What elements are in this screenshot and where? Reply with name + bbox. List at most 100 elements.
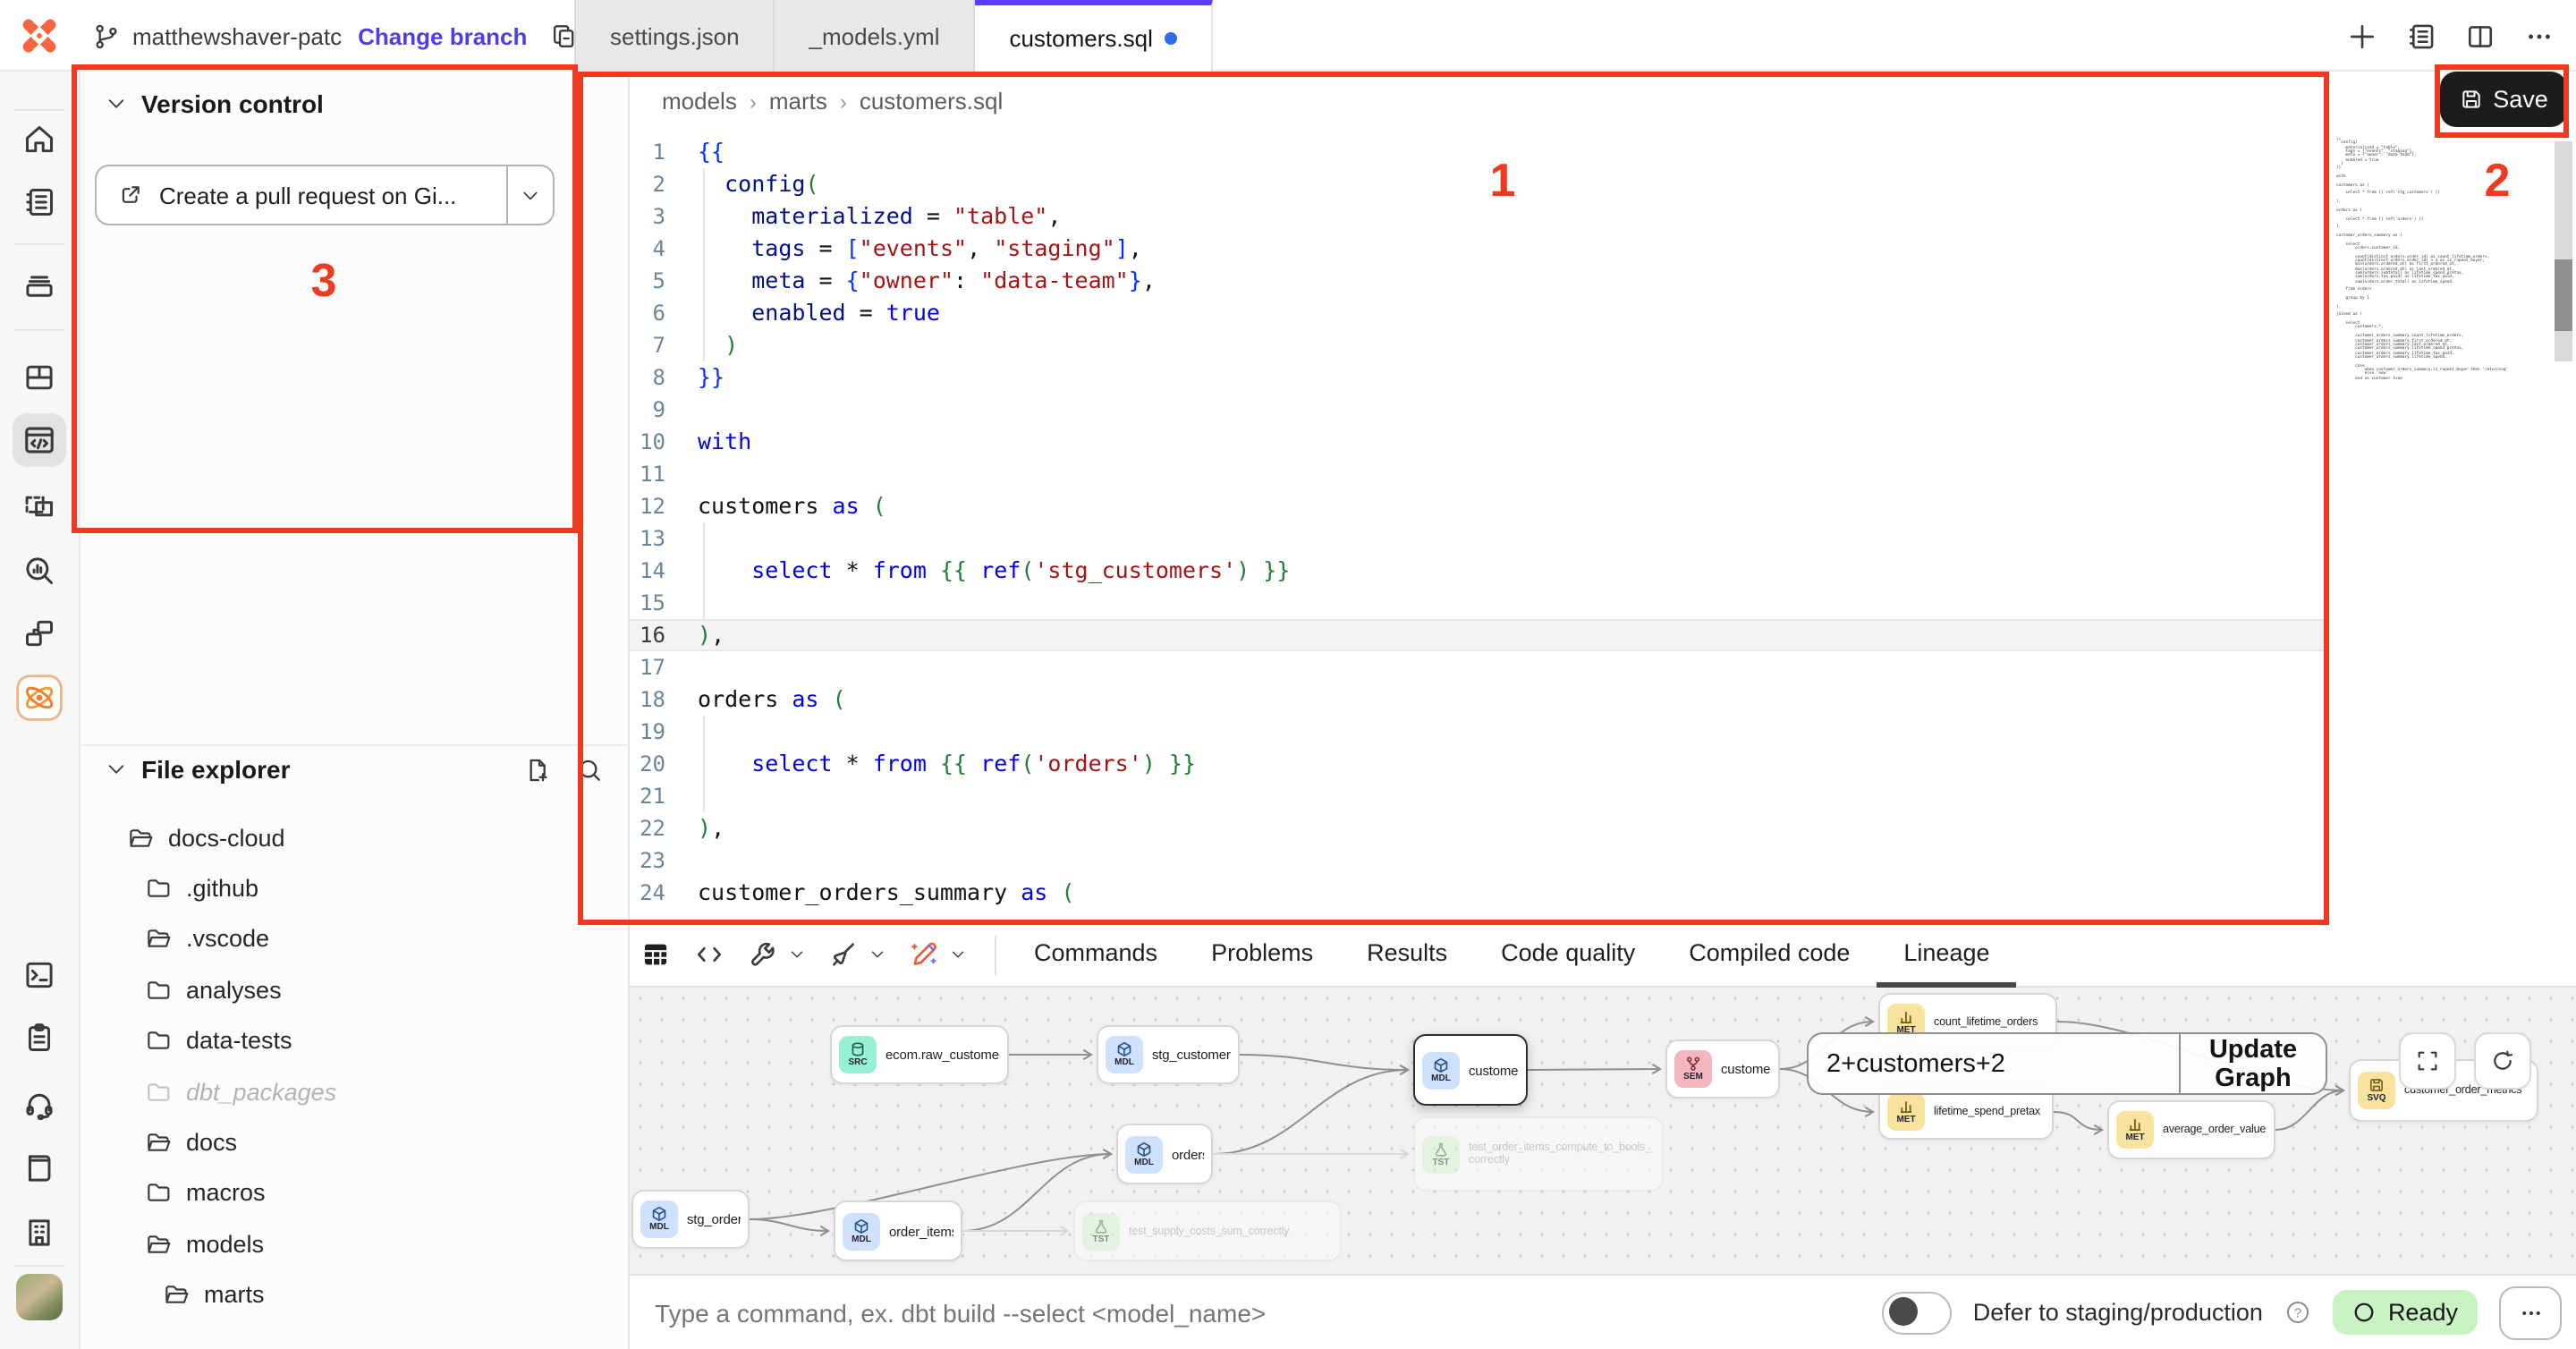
tab-customers.sql[interactable]: customers.sql: [975, 0, 1213, 72]
update-graph-button[interactable]: Update Graph: [2179, 1034, 2326, 1093]
explore-icon[interactable]: [22, 554, 56, 588]
code-line-20[interactable]: 20 select * from {{ ref('orders') }}: [630, 748, 2326, 780]
code-line-24[interactable]: 24customer_orders_summary as (: [630, 877, 2326, 909]
lineage-graph[interactable]: Update Graph SRCecom.raw_customers MDLstg…: [630, 988, 2576, 1274]
code-line-9[interactable]: 9: [630, 394, 2326, 426]
split-editor-icon[interactable]: [2465, 21, 2496, 51]
save-button[interactable]: Save: [2440, 72, 2567, 127]
breadcrumb-item[interactable]: marts: [769, 88, 827, 115]
more-options-icon[interactable]: [2524, 21, 2555, 51]
code-line-3[interactable]: 3 materialized = "table",: [630, 200, 2326, 233]
organization-icon[interactable]: [22, 1216, 56, 1250]
results-table-icon[interactable]: [640, 939, 671, 970]
code-line-11[interactable]: 11: [630, 458, 2326, 490]
lineage-node-orders[interactable]: MDLorders: [1116, 1124, 1213, 1184]
code-line-23[interactable]: 23: [630, 844, 2326, 877]
code-line-12[interactable]: 12customers as (: [630, 490, 2326, 522]
code-line-7[interactable]: 7 ): [630, 329, 2326, 361]
panel-tab-code-quality[interactable]: Code quality: [1474, 922, 1662, 987]
lineage-node-test_order_items[interactable]: TSTtest_order_items_compute_to_bools_cor…: [1413, 1116, 1664, 1192]
user-avatar[interactable]: [16, 1274, 63, 1320]
breadcrumb-item[interactable]: models: [662, 88, 737, 115]
code-line-8[interactable]: 8}}: [630, 361, 2326, 394]
more-button[interactable]: [2499, 1285, 2562, 1339]
terminal-icon[interactable]: [22, 958, 56, 992]
tasks-icon[interactable]: [22, 1021, 56, 1055]
panel-tab-lineage[interactable]: Lineage: [1877, 922, 2016, 987]
minimap[interactable]: {{ config( materialized = "table", tags …: [2336, 138, 2508, 379]
create-pr-button[interactable]: Create a pull request on Gi...: [95, 165, 555, 225]
docs-icon[interactable]: [22, 1151, 56, 1185]
code-line-14[interactable]: 14 select * from {{ ref('stg_customers')…: [630, 555, 2326, 587]
code-line-19[interactable]: 19: [630, 716, 2326, 748]
build-icon[interactable]: [748, 939, 778, 970]
code-line-21[interactable]: 21: [630, 780, 2326, 812]
lineage-node-customers_sem[interactable]: SEMcustomers: [1665, 1039, 1780, 1099]
tree-item-dbt_packages[interactable]: dbt_packages: [80, 1066, 628, 1117]
code-line-1[interactable]: 1{{: [630, 136, 2326, 168]
change-branch-link[interactable]: Change branch: [358, 22, 527, 49]
ide-editor-icon[interactable]: [13, 413, 66, 467]
chevron-down-icon[interactable]: [950, 946, 966, 963]
version-control-header[interactable]: Version control: [106, 89, 324, 118]
chevron-down-icon[interactable]: [789, 946, 805, 963]
lineage-node-customers_model[interactable]: MDLcustomers: [1413, 1034, 1528, 1106]
home-icon[interactable]: [22, 123, 56, 157]
tree-item-marts[interactable]: marts: [80, 1269, 628, 1320]
panel-tab-results[interactable]: Results: [1340, 922, 1474, 987]
defer-toggle[interactable]: [1882, 1291, 1952, 1334]
panel-tab-problems[interactable]: Problems: [1184, 922, 1340, 987]
command-input[interactable]: [651, 1296, 1860, 1328]
lineage-node-stg_orders[interactable]: MDLstg_orders: [631, 1190, 750, 1249]
support-icon[interactable]: [22, 1087, 56, 1121]
dbt-copilot-icon[interactable]: [16, 674, 63, 721]
code-line-16[interactable]: 16),: [630, 619, 2326, 651]
code-line-6[interactable]: 6 enabled = true: [630, 297, 2326, 329]
pr-button-dropdown[interactable]: [506, 166, 553, 224]
new-tab-icon[interactable]: [2347, 21, 2377, 51]
file-explorer-header[interactable]: File explorer: [106, 755, 603, 784]
tree-item-macros[interactable]: macros: [80, 1167, 628, 1218]
code-line-4[interactable]: 4 tags = ["events", "staging"],: [630, 233, 2326, 265]
lineage-search-input[interactable]: [1809, 1034, 2179, 1093]
chevron-down-icon[interactable]: [869, 946, 886, 963]
dbt-logo-icon[interactable]: [14, 11, 64, 61]
status-badge[interactable]: Ready: [2333, 1290, 2478, 1335]
dashboards-icon[interactable]: [22, 361, 56, 395]
tab-_models.yml[interactable]: _models.yml: [775, 0, 976, 72]
code-line-22[interactable]: 22),: [630, 812, 2326, 844]
new-file-icon[interactable]: [524, 756, 551, 783]
tab-settings.json[interactable]: settings.json: [574, 0, 775, 72]
lineage-node-test_supply[interactable]: TSTtest_supply_costs_sum_correctly: [1073, 1201, 1342, 1261]
code-line-5[interactable]: 5 meta = {"owner": "data-team"},: [630, 265, 2326, 297]
breadcrumb-item[interactable]: customers.sql: [860, 88, 1003, 115]
orchestration-icon[interactable]: [22, 616, 56, 650]
code-icon[interactable]: [694, 939, 724, 970]
lineage-node-order_items[interactable]: MDLorder_items: [834, 1201, 962, 1261]
notebook-icon[interactable]: [2406, 21, 2436, 51]
copy-icon[interactable]: [550, 22, 577, 49]
canvas-icon[interactable]: [22, 489, 56, 523]
tree-item-docs[interactable]: docs: [80, 1117, 628, 1168]
code-line-18[interactable]: 18orders as (: [630, 683, 2326, 716]
help-icon[interactable]: ?: [2284, 1299, 2311, 1326]
tree-item-data-tests[interactable]: data-tests: [80, 1015, 628, 1066]
code-line-15[interactable]: 15: [630, 587, 2326, 619]
branch-name[interactable]: matthewshaver-patc: [132, 22, 342, 49]
tree-item-.vscode[interactable]: .vscode: [80, 914, 628, 965]
code-line-10[interactable]: 10with: [630, 426, 2326, 458]
tree-item-analyses[interactable]: analyses: [80, 964, 628, 1015]
tree-item-docs-cloud[interactable]: docs-cloud: [80, 812, 628, 863]
tree-item-.github[interactable]: .github: [80, 863, 628, 914]
jobs-icon[interactable]: [22, 267, 56, 301]
lineage-node-average_order_value[interactable]: METaverage_order_value: [2107, 1100, 2275, 1159]
code-line-2[interactable]: 2 config(: [630, 168, 2326, 200]
code-line-17[interactable]: 17: [630, 651, 2326, 683]
code-area[interactable]: 1{{2 config(3 materialized = "table",4 t…: [630, 136, 2326, 909]
format-icon[interactable]: [828, 939, 859, 970]
lineage-node-stg_customers[interactable]: MDLstg_customers: [1097, 1025, 1240, 1084]
ai-assist-icon[interactable]: [909, 939, 939, 970]
tree-item-models[interactable]: models: [80, 1218, 628, 1269]
scrollbar-thumb[interactable]: [2555, 259, 2572, 331]
lineage-node-raw_customers[interactable]: SRCecom.raw_customers: [830, 1025, 1009, 1084]
